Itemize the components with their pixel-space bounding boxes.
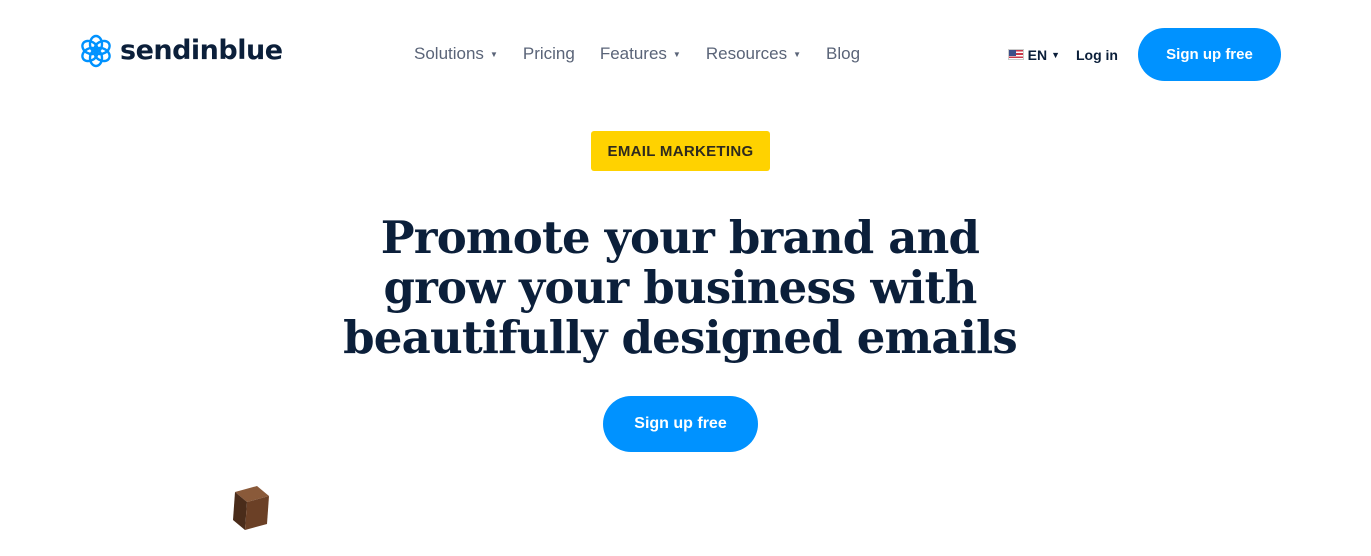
nav-pricing-label: Pricing — [522, 44, 575, 63]
nav-pricing[interactable]: Pricing — [523, 44, 575, 64]
page: sendinblue Solutions ▼ Pricing Features … — [0, 0, 1371, 556]
nav-blog-label: Blog — [826, 44, 861, 63]
brand-name: sendinblue — [120, 35, 283, 66]
caret-down-icon: ▼ — [489, 49, 498, 59]
hero-signup-button[interactable]: Sign up free — [603, 396, 758, 452]
nav-solutions-label: Solutions — [414, 44, 484, 63]
caret-down-icon: ▼ — [672, 49, 681, 59]
nav-blog[interactable]: Blog — [826, 44, 860, 64]
brand-logo[interactable]: sendinblue — [80, 34, 283, 68]
header-actions: EN ▼ Log in Sign up free — [1007, 28, 1281, 81]
wooden-cube-icon — [233, 486, 269, 530]
nav-solutions[interactable]: Solutions ▼ — [414, 44, 498, 64]
sendinblue-logo-icon — [81, 34, 111, 68]
login-link[interactable]: Log in — [1076, 47, 1118, 63]
nav-resources[interactable]: Resources ▼ — [706, 44, 801, 64]
language-selector[interactable]: EN ▼ — [1007, 46, 1060, 63]
main-nav: Solutions ▼ Pricing Features ▼ Resources… — [414, 42, 885, 66]
caret-down-icon: ▼ — [1051, 49, 1060, 60]
language-label: EN — [1027, 46, 1048, 63]
header-signup-button[interactable]: Sign up free — [1138, 28, 1281, 81]
nav-resources-label: Resources — [705, 44, 788, 63]
nav-features-label: Features — [599, 44, 667, 63]
nav-features[interactable]: Features ▼ — [600, 44, 681, 64]
caret-down-icon: ▼ — [793, 49, 802, 59]
hero-title: Promote your brand and grow your busines… — [343, 211, 1018, 364]
category-badge: EMAIL MARKETING — [591, 131, 770, 171]
us-flag-icon — [1007, 49, 1024, 60]
